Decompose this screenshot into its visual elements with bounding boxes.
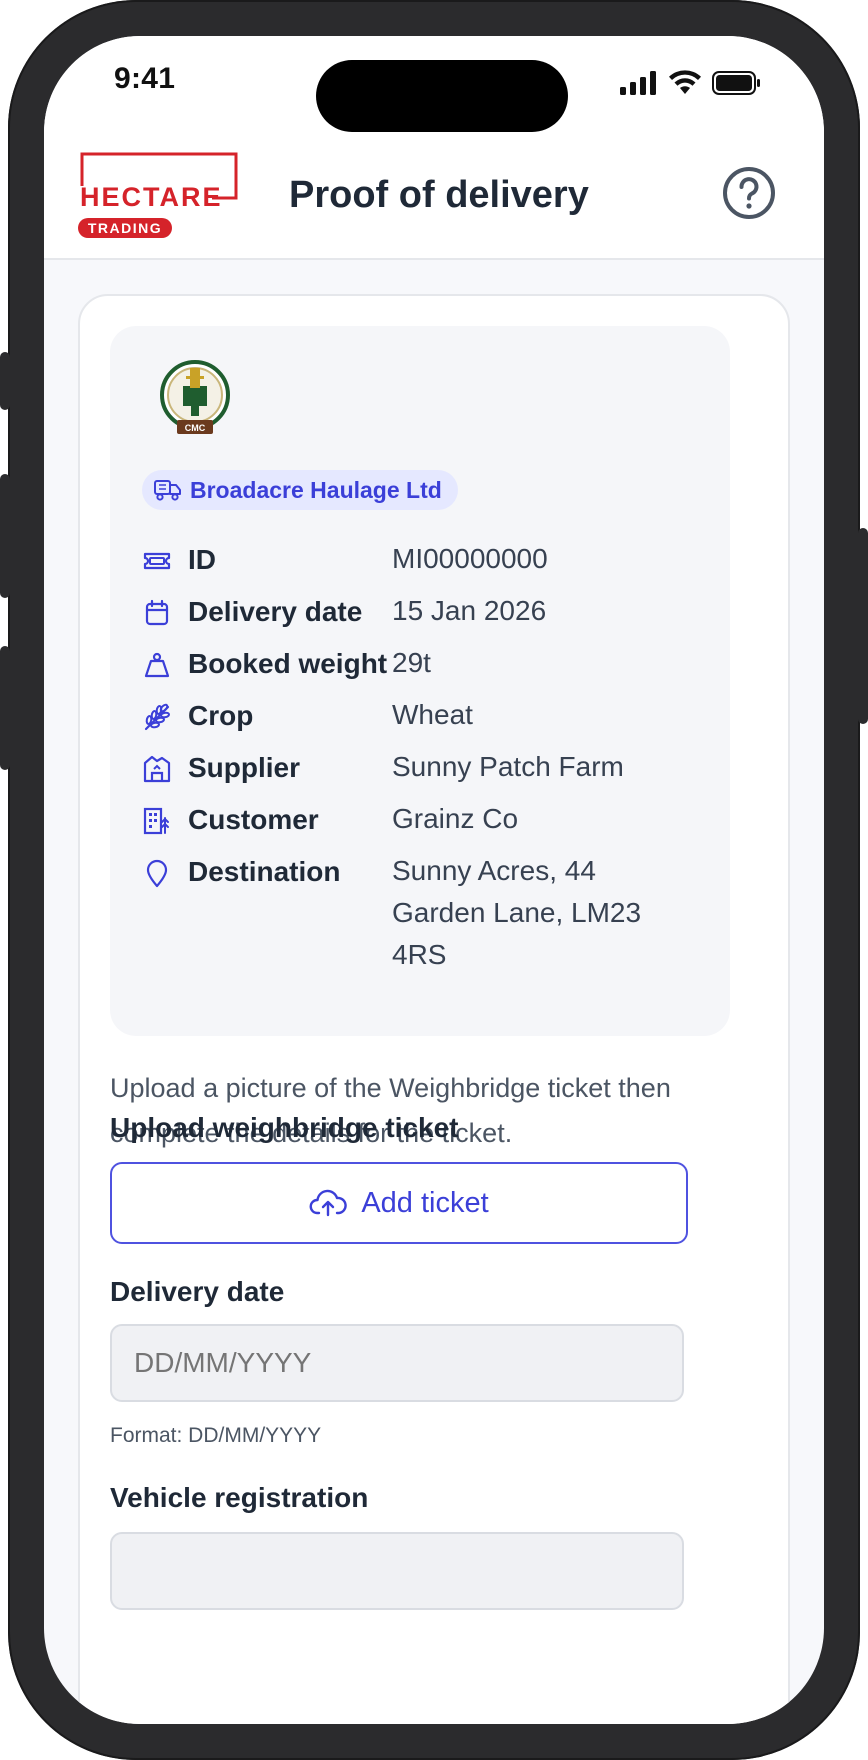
volume-down-button — [0, 646, 10, 770]
detail-value: Sunny Acres, 44 Garden Lane, LM23 4RS — [392, 855, 642, 970]
haulier-name: Broadacre Haulage Ltd — [190, 476, 442, 503]
detail-row-booked-weight: Booked weight 29t — [142, 647, 431, 680]
delivery-card: CMC Broadacre Haulage Ltd ID MI00000000 … — [78, 294, 790, 1724]
phone-frame: 9:41 HECTARE TRADING Proof of delivery C… — [0, 0, 868, 1760]
battery-icon — [712, 71, 760, 95]
office-building-icon — [143, 807, 169, 835]
power-button — [858, 528, 868, 724]
detail-label: Customer — [188, 804, 319, 835]
dynamic-island — [316, 60, 568, 132]
screen: 9:41 HECTARE TRADING Proof of delivery C… — [44, 36, 824, 1724]
detail-value: 29t — [392, 647, 431, 678]
customer-crest-logo: CMC — [160, 360, 230, 434]
help-icon[interactable] — [722, 166, 776, 220]
vehicle-registration-label: Vehicle registration — [110, 1482, 369, 1513]
detail-row-supplier: Supplier Sunny Patch Farm — [142, 751, 624, 784]
ticket-icon — [143, 552, 171, 570]
volume-up-button — [0, 474, 10, 598]
detail-row-id: ID MI00000000 — [142, 543, 548, 576]
detail-label: ID — [188, 544, 216, 575]
detail-value: Sunny Patch Farm — [392, 751, 624, 782]
haulier-badge: Broadacre Haulage Ltd — [142, 470, 458, 510]
map-pin-icon — [146, 859, 168, 888]
status-bar: 9:41 — [44, 36, 824, 146]
detail-row-customer: Customer Grainz Co — [142, 803, 518, 836]
app-header: HECTARE TRADING Proof of delivery — [44, 146, 824, 260]
status-icons — [620, 70, 762, 96]
calendar-icon — [145, 599, 169, 626]
crest-text: CMC — [185, 423, 206, 433]
farm-building-icon — [143, 755, 171, 783]
delivery-date-input[interactable] — [110, 1324, 684, 1402]
vehicle-registration-input[interactable] — [110, 1532, 684, 1610]
upload-ticket-label: Upload weighbridge ticket — [110, 1112, 459, 1143]
truck-icon — [154, 480, 181, 501]
detail-row-delivery-date: Delivery date 15 Jan 2026 — [142, 595, 546, 628]
wifi-icon — [669, 70, 701, 94]
detail-value: MI00000000 — [392, 543, 548, 574]
page-title: Proof of delivery — [289, 174, 589, 216]
detail-label: Destination — [188, 856, 341, 887]
logo-tag: TRADING — [88, 220, 162, 236]
delivery-date-hint: Format: DD/MM/YYYY — [110, 1424, 322, 1447]
detail-row-destination: Destination Sunny Acres, 44 Garden Lane,… — [142, 855, 641, 970]
side-button — [0, 352, 10, 410]
cloud-upload-icon — [309, 1189, 348, 1217]
add-ticket-label: Add ticket — [361, 1186, 489, 1219]
detail-label: Delivery date — [188, 596, 363, 627]
signal-icon — [620, 71, 656, 95]
detail-value: 15 Jan 2026 — [392, 595, 547, 626]
wheat-icon — [144, 703, 170, 731]
detail-row-crop: Crop Wheat — [142, 699, 473, 732]
weight-icon — [144, 652, 170, 678]
detail-label: Crop — [188, 700, 254, 731]
detail-label: Supplier — [188, 752, 301, 783]
detail-value: Wheat — [392, 699, 473, 730]
add-ticket-button[interactable]: Add ticket — [110, 1162, 688, 1244]
delivery-date-label: Delivery date — [110, 1276, 285, 1307]
delivery-summary: CMC Broadacre Haulage Ltd ID MI00000000 … — [110, 326, 730, 1036]
hectare-trading-logo: HECTARE TRADING — [78, 152, 238, 238]
detail-value: Grainz Co — [392, 803, 519, 834]
status-time: 9:41 — [114, 62, 176, 95]
detail-label: Booked weight — [188, 648, 388, 679]
logo-word: HECTARE — [80, 182, 223, 212]
